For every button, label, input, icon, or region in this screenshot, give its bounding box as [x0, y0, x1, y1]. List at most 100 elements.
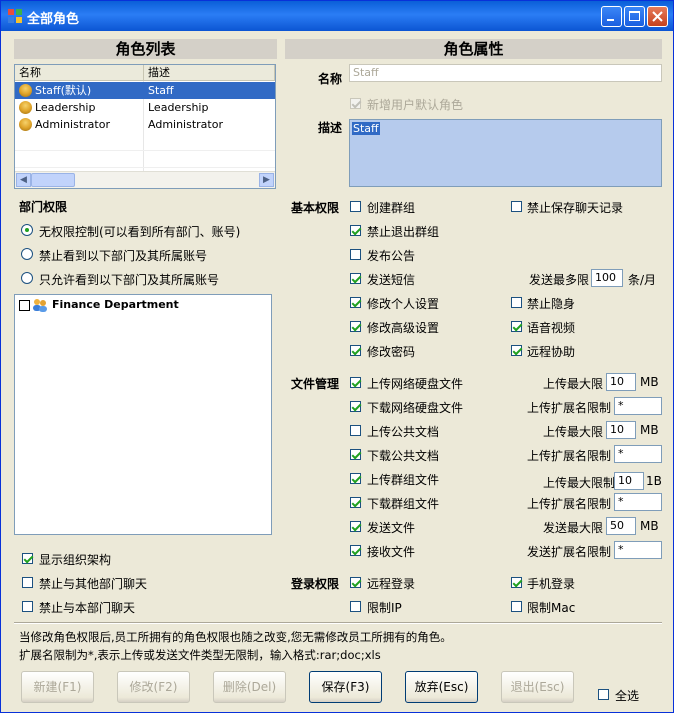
- public-doc-max-field[interactable]: 10: [606, 421, 636, 439]
- no-other-dept-chat-label[interactable]: 禁止与其他部门聊天: [39, 575, 147, 592]
- remote-login-label[interactable]: 远程登录: [367, 575, 415, 592]
- edit-button[interactable]: 修改(F2): [117, 671, 190, 703]
- finance-department-checkbox[interactable]: [19, 300, 30, 311]
- no-invisible-checkbox[interactable]: [511, 297, 522, 308]
- change-password-label[interactable]: 修改密码: [367, 343, 415, 360]
- description-label: 描述: [318, 121, 343, 135]
- receive-file-checkbox[interactable]: [350, 545, 361, 556]
- select-all-checkbox[interactable]: [598, 689, 609, 700]
- discard-button[interactable]: 放弃(Esc): [405, 671, 478, 703]
- no-save-chat-checkbox[interactable]: [511, 201, 522, 212]
- no-own-dept-chat-checkbox[interactable]: [22, 601, 33, 612]
- restrict-ip-label[interactable]: 限制IP: [367, 599, 402, 616]
- show-org-label[interactable]: 显示组织架构: [39, 551, 111, 568]
- restrict-mac-label[interactable]: 限制Mac: [527, 599, 575, 616]
- mobile-login-label[interactable]: 手机登录: [527, 575, 575, 592]
- dept-option-deny-label[interactable]: 禁止看到以下部门及其所属账号: [39, 247, 207, 264]
- send-sms-checkbox[interactable]: [350, 273, 361, 284]
- maximize-button[interactable]: [624, 6, 645, 27]
- horizontal-scrollbar[interactable]: ◀ ▶: [15, 171, 275, 188]
- send-file-checkbox[interactable]: [350, 521, 361, 532]
- role-attributes-header: 角色属性: [285, 39, 662, 59]
- description-field[interactable]: Staff: [349, 119, 662, 187]
- default-role-checkbox[interactable]: [350, 98, 361, 109]
- receive-file-label[interactable]: 接收文件: [367, 543, 415, 560]
- no-save-chat-label[interactable]: 禁止保存聊天记录: [527, 199, 623, 216]
- no-exit-group-label[interactable]: 禁止退出群组: [367, 223, 439, 240]
- download-netdisk-label[interactable]: 下载网络硬盘文件: [367, 399, 463, 416]
- minimize-button[interactable]: [601, 6, 622, 27]
- exit-button[interactable]: 退出(Esc): [501, 671, 574, 703]
- upload-public-doc-label[interactable]: 上传公共文档: [367, 423, 439, 440]
- dept-option-allow-radio[interactable]: [21, 272, 33, 284]
- column-header-name[interactable]: 名称: [15, 65, 144, 81]
- send-ext-field[interactable]: *: [614, 541, 662, 559]
- restrict-ip-checkbox[interactable]: [350, 601, 361, 612]
- upload-public-doc-checkbox[interactable]: [350, 425, 361, 436]
- public-doc-ext-field[interactable]: *: [614, 445, 662, 463]
- finance-department-label[interactable]: Finance Department: [52, 298, 179, 311]
- upload-netdisk-max-field[interactable]: 10: [606, 373, 636, 391]
- show-org-checkbox[interactable]: [22, 553, 33, 564]
- publish-notice-label[interactable]: 发布公告: [367, 247, 415, 264]
- new-button[interactable]: 新建(F1): [21, 671, 94, 703]
- download-netdisk-checkbox[interactable]: [350, 401, 361, 412]
- download-group-file-checkbox[interactable]: [350, 497, 361, 508]
- no-other-dept-chat-checkbox[interactable]: [22, 577, 33, 588]
- save-button[interactable]: 保存(F3): [309, 671, 382, 703]
- mobile-login-checkbox[interactable]: [511, 577, 522, 588]
- voice-video-checkbox[interactable]: [511, 321, 522, 332]
- modify-advanced-settings-label[interactable]: 修改高级设置: [367, 319, 439, 336]
- upload-group-file-label[interactable]: 上传群组文件: [367, 471, 439, 488]
- dept-option-deny-radio[interactable]: [21, 248, 33, 260]
- publish-notice-checkbox[interactable]: [350, 249, 361, 260]
- download-public-doc-label[interactable]: 下载公共文档: [367, 447, 439, 464]
- no-exit-group-checkbox[interactable]: [350, 225, 361, 236]
- remote-assist-label[interactable]: 远程协助: [527, 343, 575, 360]
- sms-limit-field[interactable]: 100: [591, 269, 623, 287]
- role-row-staff[interactable]: Staff(默认) Staff: [15, 82, 275, 99]
- dept-option-none-label[interactable]: 无权限控制(可以看到所有部门、账号): [39, 223, 240, 240]
- modify-advanced-settings-checkbox[interactable]: [350, 321, 361, 332]
- group-file-max-field[interactable]: 10: [614, 472, 644, 490]
- download-public-doc-checkbox[interactable]: [350, 449, 361, 460]
- change-password-checkbox[interactable]: [350, 345, 361, 356]
- name-label: 名称: [318, 72, 343, 86]
- download-group-file-label[interactable]: 下载群组文件: [367, 495, 439, 512]
- group-file-max-label: 上传最大限制: [543, 476, 616, 490]
- role-row-administrator[interactable]: Administrator Administrator: [15, 116, 275, 133]
- group-file-ext-field[interactable]: *: [614, 493, 662, 511]
- send-file-label[interactable]: 发送文件: [367, 519, 415, 536]
- no-invisible-label[interactable]: 禁止隐身: [527, 295, 575, 312]
- modify-personal-settings-checkbox[interactable]: [350, 297, 361, 308]
- no-own-dept-chat-label[interactable]: 禁止与本部门聊天: [39, 599, 135, 616]
- modify-personal-settings-label[interactable]: 修改个人设置: [367, 295, 439, 312]
- create-group-label[interactable]: 创建群组: [367, 199, 415, 216]
- close-button[interactable]: [647, 6, 668, 27]
- public-doc-max-unit: MB: [640, 423, 659, 437]
- role-list[interactable]: 名称 描述 Staff(默认) Staff Leadership Leaders…: [14, 64, 276, 189]
- upload-group-file-checkbox[interactable]: [350, 473, 361, 484]
- remote-login-checkbox[interactable]: [350, 577, 361, 588]
- voice-video-label[interactable]: 语音视频: [527, 319, 575, 336]
- scroll-left-icon[interactable]: ◀: [16, 173, 31, 187]
- netdisk-ext-field[interactable]: *: [614, 397, 662, 415]
- send-file-max-field[interactable]: 50: [606, 517, 636, 535]
- title-bar[interactable]: 全部角色: [1, 1, 673, 31]
- column-header-desc[interactable]: 描述: [144, 65, 275, 81]
- send-sms-label[interactable]: 发送短信: [367, 271, 415, 288]
- select-all-label[interactable]: 全选: [615, 687, 639, 704]
- dept-option-allow-label[interactable]: 只允许看到以下部门及其所属账号: [39, 271, 219, 288]
- upload-netdisk-checkbox[interactable]: [350, 377, 361, 388]
- scroll-right-icon[interactable]: ▶: [259, 173, 274, 187]
- restrict-mac-checkbox[interactable]: [511, 601, 522, 612]
- scroll-thumb[interactable]: [31, 173, 75, 187]
- remote-assist-checkbox[interactable]: [511, 345, 522, 356]
- upload-netdisk-label[interactable]: 上传网络硬盘文件: [367, 375, 463, 392]
- create-group-checkbox[interactable]: [350, 201, 361, 212]
- department-tree[interactable]: Finance Department: [14, 294, 272, 535]
- dept-option-none-radio[interactable]: [21, 224, 33, 236]
- role-name-field[interactable]: Staff: [349, 64, 662, 82]
- delete-button[interactable]: 删除(Del): [213, 671, 286, 703]
- role-row-leadership[interactable]: Leadership Leadership: [15, 99, 275, 116]
